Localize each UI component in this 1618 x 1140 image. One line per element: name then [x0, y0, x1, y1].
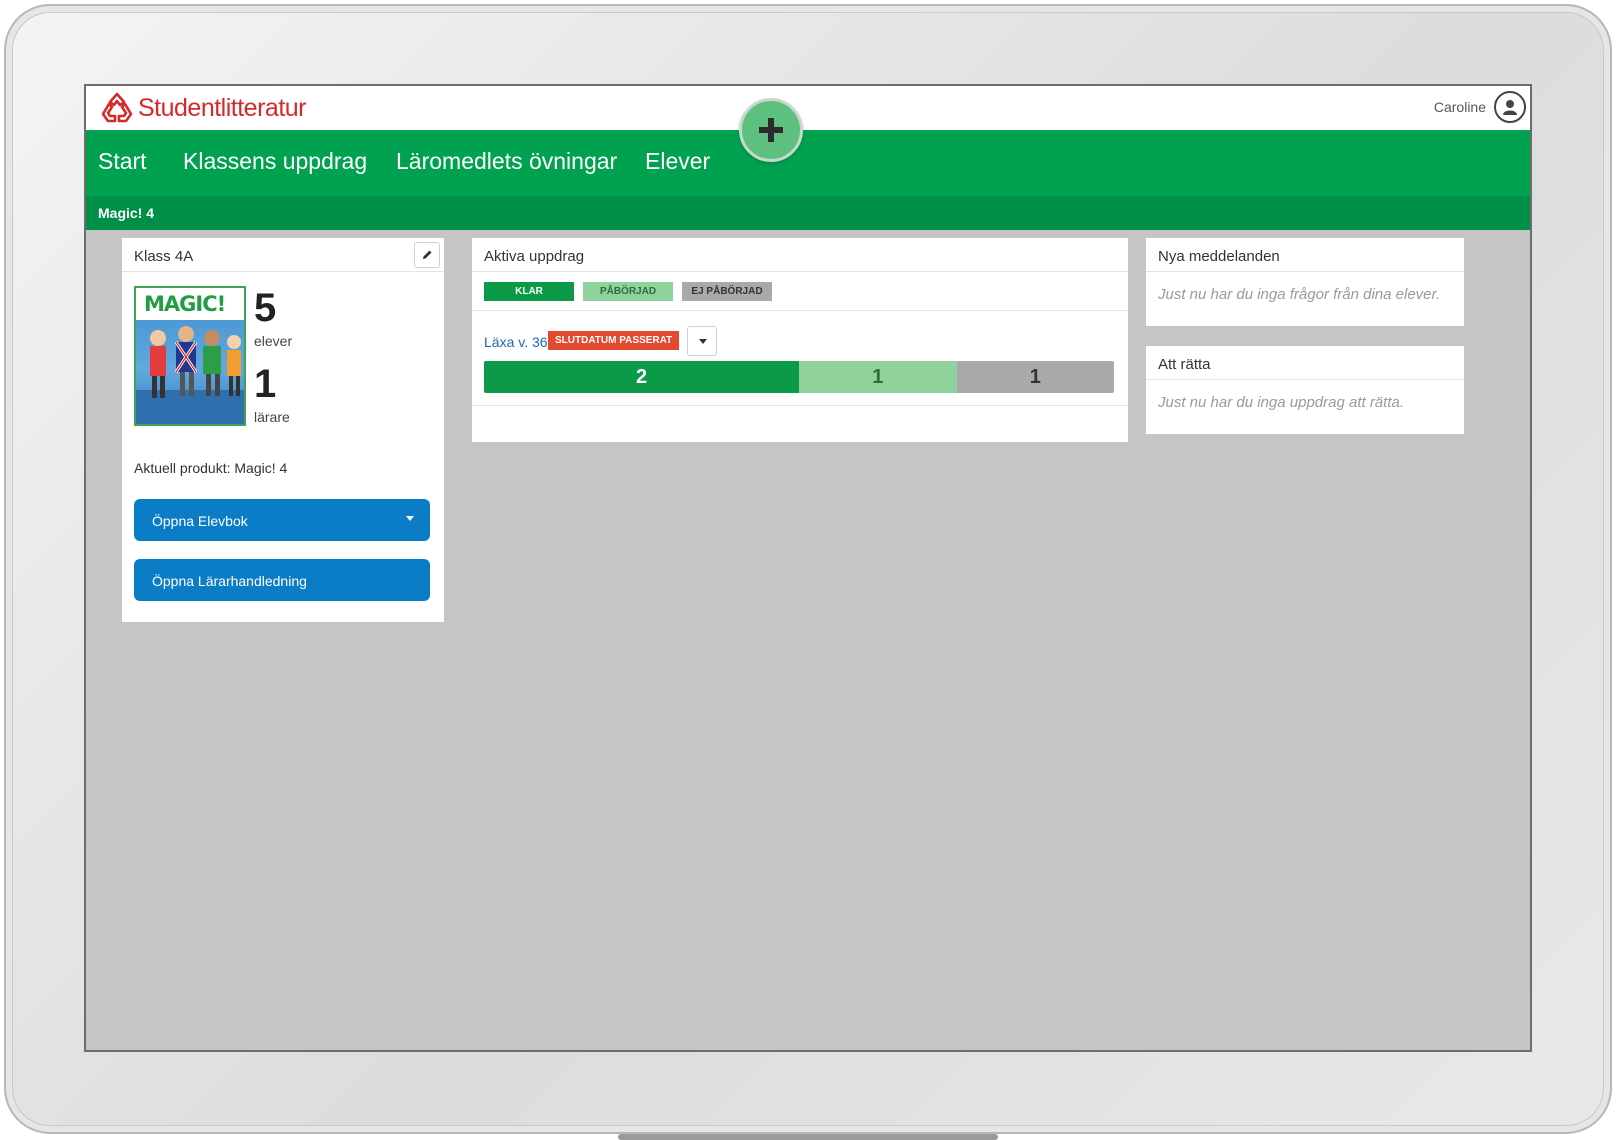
legend-done: KLAR — [484, 282, 574, 301]
progress-segment-started: 1 — [799, 361, 957, 393]
active-tasks-title: Aktiva uppdrag — [484, 248, 585, 265]
active-tasks-header: Aktiva uppdrag — [472, 238, 1128, 272]
divider — [472, 405, 1128, 406]
user-menu[interactable]: Caroline — [1434, 91, 1526, 123]
teachers-count: 1 — [254, 362, 277, 406]
students-label: elever — [254, 333, 293, 349]
students-count: 5 — [254, 286, 277, 330]
class-card-header: Klass 4A — [122, 238, 444, 272]
to-grade-header: Att rätta — [1146, 346, 1464, 380]
messages-panel: Nya meddelanden Just nu har du inga fråg… — [1146, 238, 1464, 326]
add-button[interactable] — [739, 98, 803, 162]
to-grade-panel: Att rätta Just nu har du inga uppdrag at… — [1146, 346, 1464, 434]
task-dropdown-button[interactable] — [687, 326, 717, 356]
messages-empty-text: Just nu har du inga frågor från dina ele… — [1158, 286, 1441, 303]
plus-icon — [759, 118, 783, 142]
chevron-down-icon — [406, 516, 414, 521]
chevron-down-icon — [699, 339, 707, 344]
open-teacher-guide-button[interactable]: Öppna Lärarhandledning — [134, 559, 430, 601]
cover-title: MAGIC! — [144, 292, 226, 316]
main-nav: Start Klassens uppdrag Läromedlets övnin… — [86, 130, 1530, 196]
pencil-icon — [423, 250, 432, 259]
user-name: Caroline — [1433, 99, 1486, 115]
current-product-tab[interactable]: Magic! 4 — [98, 205, 154, 221]
sub-nav: Magic! 4 — [86, 196, 1530, 230]
legend-started: PÅBÖRJAD — [583, 282, 673, 301]
brand-name: Studentlitteratur — [138, 93, 307, 122]
active-tasks-panel: Aktiva uppdrag KLAR PÅBÖRJAD EJ PÅBÖRJAD… — [472, 238, 1128, 442]
nav-laromedlets-ovningar[interactable]: Läromedlets övningar — [396, 148, 617, 175]
open-student-book-label: Öppna Elevbok — [152, 513, 248, 529]
progress-segment-not-started: 1 — [956, 361, 1114, 393]
book-cover-image[interactable]: MAGIC! — [134, 286, 246, 426]
cover-illustration — [136, 326, 244, 424]
legend-not-started: EJ PÅBÖRJAD — [682, 282, 772, 301]
open-student-book-button[interactable]: Öppna Elevbok — [134, 499, 430, 541]
brand-mark-icon — [101, 92, 133, 123]
task-progress-bar[interactable]: 2 1 1 — [484, 361, 1114, 393]
current-product: Aktuell produkt: Magic! 4 — [134, 460, 288, 476]
messages-header: Nya meddelanden — [1146, 238, 1464, 272]
teachers-label: lärare — [254, 409, 290, 425]
class-card: Klass 4A MAGIC! 5 elever 1 lärare Aktuel… — [122, 238, 444, 622]
class-title: Klass 4A — [134, 248, 194, 265]
nav-klassens-uppdrag[interactable]: Klassens uppdrag — [183, 148, 367, 175]
app-screen: Studentlitteratur Caroline Start Klassen… — [84, 84, 1532, 1052]
progress-segment-done: 2 — [484, 361, 799, 393]
open-teacher-guide-label: Öppna Lärarhandledning — [152, 573, 307, 589]
nav-start[interactable]: Start — [98, 148, 147, 175]
brand-logo[interactable]: Studentlitteratur — [100, 92, 307, 124]
to-grade-empty-text: Just nu har du inga uppdrag att rätta. — [1158, 394, 1404, 411]
top-bar: Studentlitteratur Caroline — [86, 86, 1530, 130]
messages-title: Nya meddelanden — [1158, 248, 1280, 265]
to-grade-title: Att rätta — [1158, 356, 1211, 373]
task-link[interactable]: Läxa v. 36 — [484, 334, 548, 350]
deadline-passed-badge: SLUTDATUM PASSERAT — [548, 331, 680, 350]
divider — [472, 310, 1128, 311]
status-legend: KLAR PÅBÖRJAD EJ PÅBÖRJAD — [484, 282, 772, 301]
nav-elever[interactable]: Elever — [645, 148, 710, 175]
edit-class-button[interactable] — [414, 242, 440, 268]
home-bar — [618, 1134, 998, 1140]
user-avatar-icon[interactable] — [1494, 91, 1526, 123]
